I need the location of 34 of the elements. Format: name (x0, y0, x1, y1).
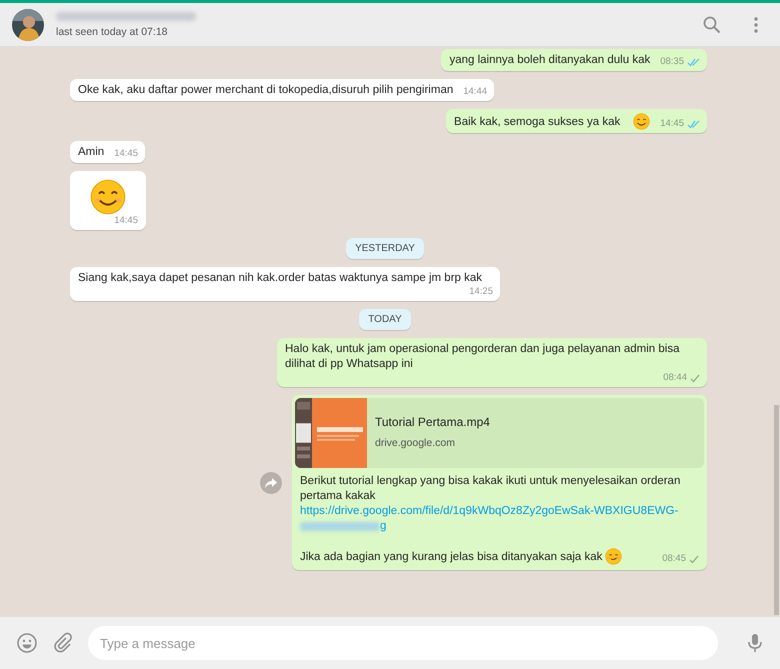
link-preview[interactable]: Tutorial Pertama.mp4 drive.google.com (295, 398, 704, 468)
message-text: Oke kak, aku daftar power merchant di tokopedia,disuruh pilih pengiriman (78, 83, 454, 98)
paperclip-icon[interactable] (52, 632, 74, 654)
message-text: Amin (78, 145, 104, 160)
date-divider: TODAY (359, 309, 411, 330)
smiling-face-icon (90, 179, 126, 215)
message-time: 08:44 (663, 372, 687, 384)
preview-domain: drive.google.com (375, 436, 456, 451)
preview-title: Tutorial Pertama.mp4 (375, 415, 490, 430)
message-text: Baik kak, semoga sukses ya kak (454, 115, 620, 130)
message-text: Jika ada bagian yang kurang jelas bisa ditanyakan saja kak (300, 550, 602, 565)
smiling-face-icon (633, 113, 650, 130)
message-text: yang lainnya boleh ditanyakan dulu kak (449, 53, 650, 68)
message-time: 14:45 (660, 118, 684, 130)
forward-button[interactable] (260, 472, 282, 494)
emoji-icon[interactable] (16, 632, 38, 654)
message-text: Siang kak,saya dapet pesanan nih kak.order batas waktunya sampe jm brp kak (78, 271, 482, 286)
message-time: 14:45 (114, 148, 138, 160)
message-time: 14:44 (463, 86, 488, 98)
message-text: Halo kak, untuk jam operasional pengorderan dan juga pelayanan admin bisa dilihat di pp Whatsapp ini (285, 342, 680, 372)
smirking-face-icon (605, 548, 622, 565)
message-time: 14:45 (114, 215, 138, 227)
message-time: 08:45 (662, 553, 686, 565)
link[interactable]: https://drive.google.com/file/d/1q9kWbqOz8Zy2goEwSak-WBXIGU8EWG- (300, 504, 699, 519)
forward-icon (265, 478, 277, 488)
message-time: 14:25 (469, 286, 493, 298)
avatar[interactable] (12, 8, 44, 40)
message-text: Berikut tutorial lengkap yang bisa kakak ikuti untuk menyelesaikan orderan pertama kakak (300, 474, 682, 504)
last-seen-status: last seen today at 07:18 (56, 26, 168, 38)
message-input[interactable]: Type a message (88, 626, 718, 660)
search-icon[interactable] (702, 14, 722, 34)
message-time: 08:35 (660, 56, 684, 68)
date-divider: YESTERDAY (346, 238, 424, 259)
link[interactable]: g (380, 519, 386, 534)
